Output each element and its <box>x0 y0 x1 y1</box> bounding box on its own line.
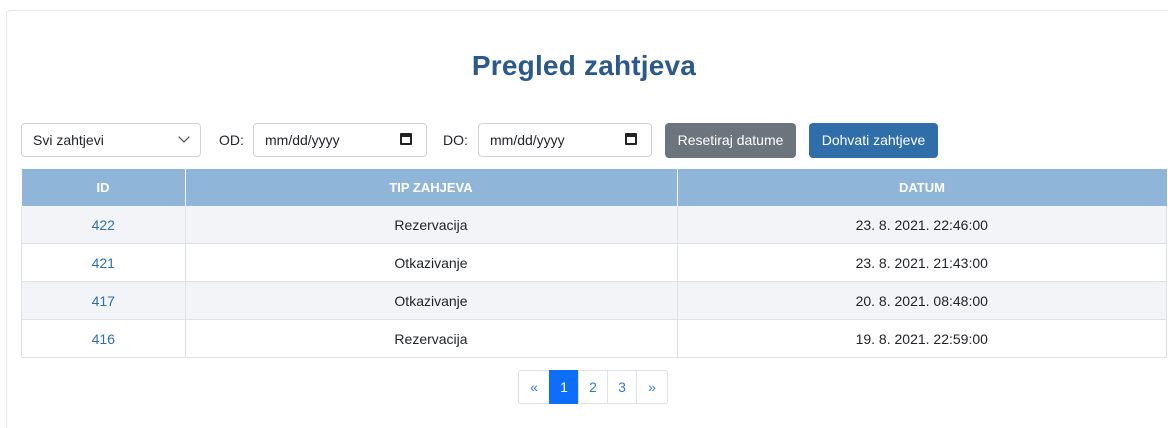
table-cell-date: 23. 8. 2021. 22:46:00 <box>677 206 1167 244</box>
table-cell-date: 23. 8. 2021. 21:43:00 <box>677 243 1167 282</box>
page-title: Pregled zahtjeva <box>471 50 697 81</box>
pagination-prev[interactable]: « <box>518 370 550 404</box>
table-cell-date: 19. 8. 2021. 22:59:00 <box>677 319 1167 358</box>
pagination-page-1[interactable]: 1 <box>549 370 579 404</box>
to-date-input[interactable]: mm/dd/yyyy <box>478 123 652 157</box>
table-cell-date: 20. 8. 2021. 08:48:00 <box>677 281 1167 320</box>
pagination-page-3[interactable]: 3 <box>607 370 637 404</box>
table-cell-type: Otkazivanje <box>185 243 678 282</box>
table-row: 417 Otkazivanje 20. 8. 2021. 08:48:00 <box>21 281 1167 320</box>
table-cell-id: 422 <box>21 206 186 244</box>
to-date-label: DO: <box>443 132 468 148</box>
table-cell-type: Otkazivanje <box>185 281 678 320</box>
table-row: 422 Rezervacija 23. 8. 2021. 22:46:00 <box>21 206 1167 244</box>
table-cell-id: 416 <box>21 319 186 358</box>
from-date-label: OD: <box>219 132 244 148</box>
chevron-down-icon <box>178 131 190 143</box>
column-header-date[interactable]: DATUM <box>677 169 1167 206</box>
table-cell-type: Rezervacija <box>185 319 678 358</box>
calendar-icon[interactable] <box>625 133 637 145</box>
table-cell-id: 417 <box>21 281 186 320</box>
request-id-link[interactable]: 417 <box>92 293 115 309</box>
request-type-select[interactable]: Svi zahtjevi <box>21 123 201 157</box>
table-header-row: ID TIP ZAHJEVA DATUM <box>21 169 1167 206</box>
request-id-link[interactable]: 421 <box>92 255 115 271</box>
request-type-select-value: Svi zahtjevi <box>33 132 104 148</box>
calendar-icon[interactable] <box>400 133 412 145</box>
reset-dates-button[interactable]: Resetiraj datume <box>665 123 796 158</box>
column-header-id[interactable]: ID <box>21 169 186 206</box>
fetch-requests-button[interactable]: Dohvati zahtjeve <box>809 123 938 158</box>
request-id-link[interactable]: 416 <box>92 331 115 347</box>
from-date-input[interactable]: mm/dd/yyyy <box>253 123 427 157</box>
table-cell-id: 421 <box>21 243 186 282</box>
table-row: 421 Otkazivanje 23. 8. 2021. 21:43:00 <box>21 243 1167 282</box>
to-date-placeholder: mm/dd/yyyy <box>490 132 565 148</box>
table-row: 416 Rezervacija 19. 8. 2021. 22:59:00 <box>21 319 1167 358</box>
table-cell-type: Rezervacija <box>185 206 678 244</box>
column-header-type[interactable]: TIP ZAHJEVA <box>185 169 678 206</box>
requests-table: ID TIP ZAHJEVA DATUM 422 Rezervacija 23.… <box>21 169 1167 358</box>
pagination-page-2[interactable]: 2 <box>578 370 608 404</box>
from-date-placeholder: mm/dd/yyyy <box>265 132 340 148</box>
request-id-link[interactable]: 422 <box>92 217 115 233</box>
pagination: « 1 2 3 » <box>518 370 668 404</box>
pagination-next[interactable]: » <box>636 370 668 404</box>
